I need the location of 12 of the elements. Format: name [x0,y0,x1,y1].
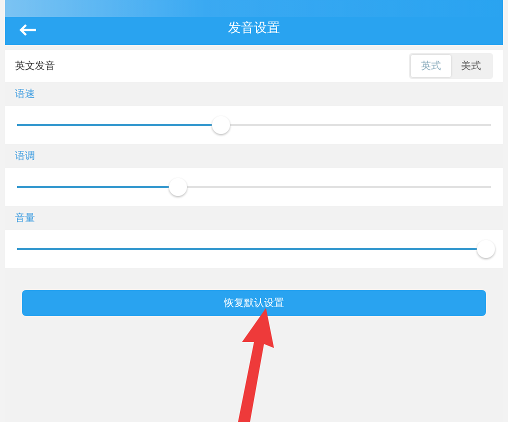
slider-label: 音量 [15,212,35,225]
slider-label: 语速 [15,88,35,101]
screen-title: 发音设置 [228,20,280,37]
reset-button[interactable]: 恢复默认设置 [22,290,486,316]
slider-label: 语调 [15,150,35,163]
accent-option[interactable]: 英式 [411,55,451,77]
pronunciation-label: 英文发音 [15,60,55,73]
accent-option[interactable]: 美式 [451,55,491,77]
back-icon[interactable] [19,24,37,36]
slider-thumb[interactable] [477,240,496,258]
slider-thumb[interactable] [212,116,230,134]
slider-thumb[interactable] [169,178,188,196]
